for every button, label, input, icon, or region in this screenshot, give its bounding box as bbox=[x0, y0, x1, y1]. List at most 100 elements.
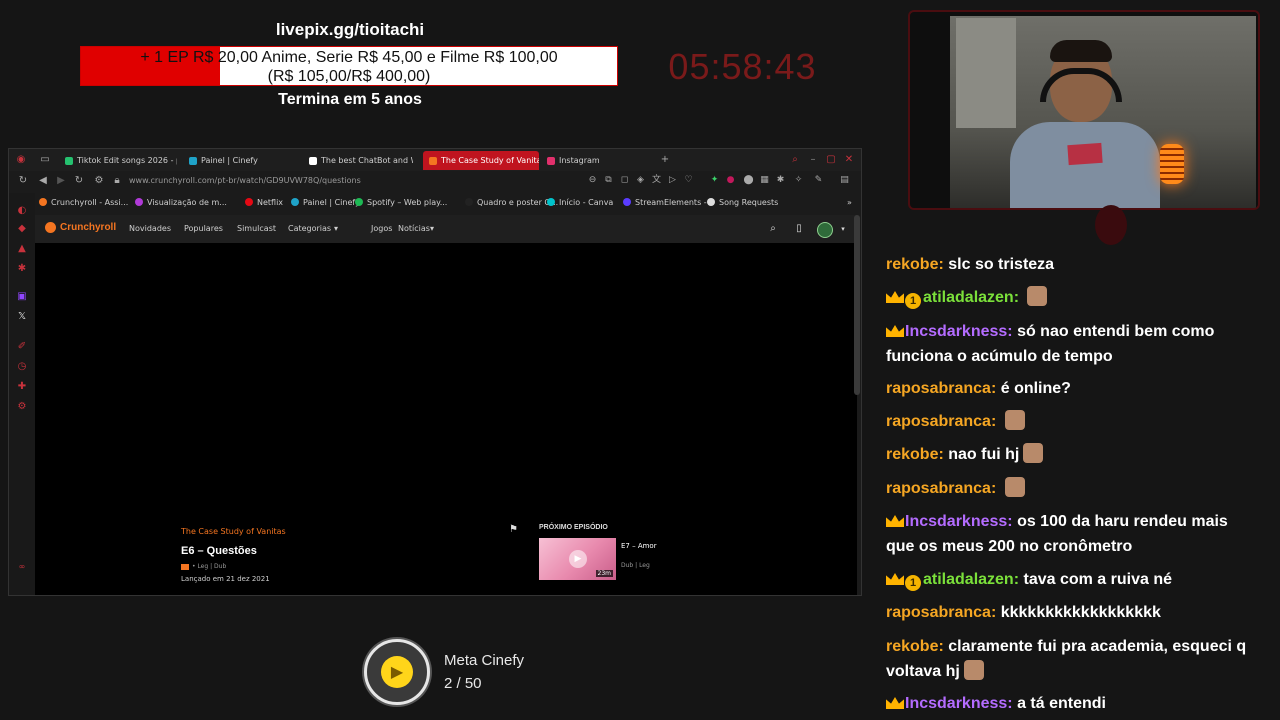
crunchyroll-logo[interactable]: Crunchyroll bbox=[45, 222, 116, 233]
chat-username[interactable]: rekobe: bbox=[886, 446, 944, 463]
bookmarks-overflow-icon[interactable]: » bbox=[847, 195, 852, 209]
refresh-icon[interactable]: ↻ bbox=[73, 175, 85, 187]
bookmark-item[interactable]: Início - Canva bbox=[547, 195, 613, 209]
forward-icon[interactable]: ▶ bbox=[55, 175, 67, 187]
chat-message: rekobe: nao fui hj bbox=[886, 443, 1258, 468]
sidebar-history-icon[interactable]: ◷ bbox=[16, 361, 28, 373]
dropdown-chevron-icon[interactable]: ▾ bbox=[334, 224, 338, 233]
site-nav-link[interactable]: Jogos bbox=[371, 224, 392, 233]
bookmark-icon[interactable]: ⚑ bbox=[509, 524, 519, 536]
sidebar-pin-icon[interactable]: ✐ bbox=[16, 341, 28, 353]
translate-icon[interactable]: 文 bbox=[651, 175, 662, 186]
minimize-icon[interactable]: – bbox=[807, 154, 819, 166]
extension-icon[interactable]: ⬤ bbox=[743, 175, 754, 186]
back-icon[interactable]: ◀ bbox=[37, 175, 49, 187]
chat-username[interactable]: raposabranca: bbox=[886, 480, 996, 497]
browser-tab[interactable]: Tiktok Edit songs 2026 - p bbox=[59, 151, 177, 170]
bookmark-favicon-icon bbox=[465, 198, 473, 206]
search-tabs-icon[interactable]: ⌕ bbox=[789, 154, 801, 166]
crunchyroll-logo-icon bbox=[45, 222, 56, 233]
site-nav-link[interactable]: Populares bbox=[184, 224, 223, 233]
chat-message: rekobe: slc so tristeza bbox=[886, 253, 1258, 278]
browser-tab[interactable]: Instagram bbox=[541, 151, 621, 170]
shirt-logo bbox=[1067, 142, 1103, 166]
sidebar-twitch-icon[interactable]: ▣ bbox=[16, 291, 28, 303]
chat-message: raposabranca: bbox=[886, 477, 1258, 502]
bookmark-item[interactable]: Crunchyroll - Assi... bbox=[39, 195, 128, 209]
heart-icon[interactable]: ♡ bbox=[683, 175, 694, 186]
series-link[interactable]: The Case Study of Vanitas bbox=[181, 527, 286, 536]
sidebar-x-icon[interactable]: 𝕏 bbox=[16, 311, 28, 323]
play-icon[interactable]: ▷ bbox=[667, 175, 678, 186]
search-icon[interactable]: ⌕ bbox=[767, 223, 779, 235]
user-avatar[interactable] bbox=[817, 222, 833, 238]
ai-icon[interactable]: ✎ bbox=[813, 175, 824, 186]
tab-favicon-icon bbox=[189, 156, 197, 165]
chat-username[interactable]: atiladalazen: bbox=[923, 571, 1019, 588]
chat-username[interactable]: raposabranca: bbox=[886, 380, 996, 397]
chat-username[interactable]: Incsdarkness: bbox=[905, 323, 1013, 340]
play-icon[interactable]: ▶ bbox=[569, 550, 587, 568]
site-nav-link[interactable]: Categorias bbox=[288, 224, 331, 233]
episode-release-date: Lançado em 21 dez 2021 bbox=[181, 575, 270, 583]
site-nav-link[interactable]: Notícias bbox=[398, 224, 430, 233]
bookmark-item[interactable]: Spotify – Web play... bbox=[355, 195, 447, 209]
sidebar-settings-icon[interactable]: ⚙ bbox=[16, 401, 28, 413]
chat-username[interactable]: Incsdarkness: bbox=[905, 513, 1013, 530]
sidebar-vpn-icon[interactable]: ◆ bbox=[16, 223, 28, 235]
bookmark-item[interactable]: Song Requests bbox=[707, 195, 778, 209]
next-episode-thumbnail[interactable]: ▶ 23m bbox=[539, 538, 616, 580]
chat-username[interactable]: raposabranca: bbox=[886, 413, 996, 430]
sidebar-more-icon[interactable]: ∞ bbox=[16, 561, 28, 573]
sidebar-player-icon[interactable]: ▲ bbox=[16, 243, 28, 255]
chat-message: Incsdarkness: os 100 da haru rendeu mais… bbox=[886, 510, 1258, 559]
screenshot-icon[interactable]: ◻ bbox=[619, 175, 630, 186]
bookmark-favicon-icon bbox=[245, 198, 253, 206]
sidebar-messenger-icon[interactable]: ✱ bbox=[16, 263, 28, 275]
bookmark-label: Spotify – Web play... bbox=[367, 197, 448, 207]
chat-username[interactable]: rekobe: bbox=[886, 256, 944, 273]
chat-username[interactable]: Incsdarkness: bbox=[905, 695, 1013, 712]
chat-username[interactable]: rekobe: bbox=[886, 638, 944, 655]
sidebar-home-icon[interactable]: ◐ bbox=[16, 205, 28, 217]
sidebar-extensions-icon[interactable]: ✚ bbox=[16, 381, 28, 393]
url-field[interactable]: www.crunchyroll.com/pt-br/watch/GD9UVW78… bbox=[129, 174, 579, 188]
zoom-icon[interactable]: ⊖ bbox=[587, 175, 598, 186]
chat-text: nao fui hj bbox=[948, 446, 1020, 463]
extension-grid-icon[interactable]: ▦ bbox=[759, 175, 770, 186]
extension-puzzle-icon[interactable]: ✱ bbox=[775, 175, 786, 186]
bookmark-item[interactable]: Painel | Cinefy bbox=[291, 195, 360, 209]
extension-star-icon[interactable]: ✧ bbox=[793, 175, 804, 186]
bookmark-item[interactable]: Netflix bbox=[245, 195, 283, 209]
chat-username[interactable]: raposabranca: bbox=[886, 604, 996, 621]
avatar-chevron-down-icon[interactable]: ▾ bbox=[837, 223, 849, 235]
episode-title: E6 – Questões bbox=[181, 545, 257, 557]
watchlist-icon[interactable]: ▯ bbox=[793, 223, 805, 235]
bookmark-item[interactable]: StreamElements - bbox=[623, 195, 707, 209]
browser-tab[interactable]: The Case Study of Vanitas bbox=[423, 151, 539, 170]
reload-icon[interactable]: ↻ bbox=[17, 175, 29, 187]
next-episode-title[interactable]: E7 – Amor bbox=[621, 542, 657, 550]
sidebar-toggle-icon[interactable]: ▤ bbox=[839, 175, 850, 186]
browser-menu-icon[interactable]: ◉ bbox=[15, 154, 27, 166]
page-scrollbar[interactable] bbox=[854, 215, 860, 395]
dropdown-chevron-icon[interactable]: ▾ bbox=[430, 224, 434, 233]
bookmark-item[interactable]: Quadro e poster G... bbox=[465, 195, 558, 209]
bookmark-item[interactable]: Visualização de m... bbox=[135, 195, 227, 209]
maximize-icon[interactable]: ▢ bbox=[825, 154, 837, 166]
browser-tab[interactable]: The best ChatBot and Wi bbox=[303, 151, 413, 170]
browser-tab[interactable]: Painel | Cinefy bbox=[183, 151, 295, 170]
pip-icon[interactable]: ⧉ bbox=[603, 175, 614, 186]
site-nav-link[interactable]: Novidades bbox=[129, 224, 171, 233]
site-settings-icon[interactable]: ⚙ bbox=[93, 175, 105, 187]
new-tab-icon[interactable]: + bbox=[659, 154, 671, 166]
site-nav-link[interactable]: Simulcast bbox=[237, 224, 276, 233]
chat-message: 1 atiladalazen: bbox=[886, 286, 1258, 311]
bookmark-favicon-icon bbox=[547, 198, 555, 206]
tab-overview-icon[interactable]: ▭ bbox=[39, 154, 51, 166]
close-window-icon[interactable]: ✕ bbox=[843, 154, 855, 166]
chat-username[interactable]: atiladalazen: bbox=[923, 289, 1019, 306]
extension-pink-icon[interactable]: ● bbox=[725, 175, 736, 186]
shield-icon[interactable]: ◈ bbox=[635, 175, 646, 186]
extension-green-icon[interactable]: ✦ bbox=[709, 175, 720, 186]
